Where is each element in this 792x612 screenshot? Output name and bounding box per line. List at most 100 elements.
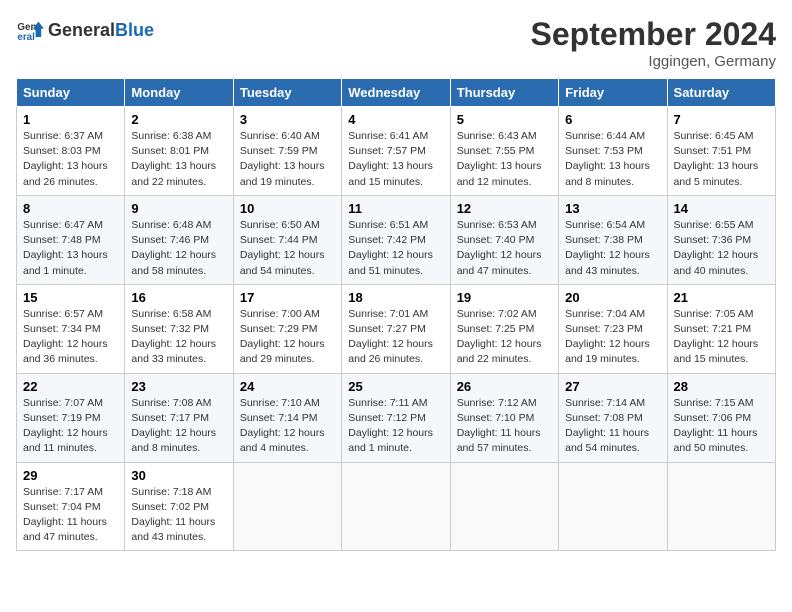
day-info: Sunrise: 7:05 AM Sunset: 7:21 PM Dayligh… xyxy=(674,307,769,368)
table-row: 24Sunrise: 7:10 AM Sunset: 7:14 PM Dayli… xyxy=(233,373,341,462)
day-number: 4 xyxy=(348,112,443,127)
day-info: Sunrise: 6:47 AM Sunset: 7:48 PM Dayligh… xyxy=(23,218,118,279)
table-row: 22Sunrise: 7:07 AM Sunset: 7:19 PM Dayli… xyxy=(17,373,125,462)
day-info: Sunrise: 6:50 AM Sunset: 7:44 PM Dayligh… xyxy=(240,218,335,279)
day-number: 11 xyxy=(348,201,443,216)
table-row: 12 Sunrise: 6:53 AM Sunset: 7:40 PM Dayli… xyxy=(450,195,558,284)
table-row: 28 Sunrise: 7:15 AM Sunset: 7:06 PM Dayli… xyxy=(667,373,775,462)
day-info: Sunrise: 7:07 AM Sunset: 7:19 PM Dayligh… xyxy=(23,396,118,457)
day-info: Sunrise: 6:53 AM Sunset: 7:40 PM Dayligh… xyxy=(457,218,552,279)
col-friday: Friday xyxy=(559,79,667,107)
day-number: 2 xyxy=(131,112,226,127)
day-number: 15 xyxy=(23,290,118,305)
table-row: 25Sunrise: 7:11 AM Sunset: 7:12 PM Dayli… xyxy=(342,373,450,462)
calendar-week-row: 15 Sunrise: 6:57 AM Sunset: 7:34 PM Dayli… xyxy=(17,284,776,373)
table-row: 29 Sunrise: 7:17 AM Sunset: 7:04 PM Dayli… xyxy=(17,462,125,551)
day-number: 1 xyxy=(23,112,118,127)
table-row: 1 Sunrise: 6:37 AM Sunset: 8:03 PM Daylig… xyxy=(17,107,125,196)
day-number: 25 xyxy=(348,379,443,394)
day-number: 29 xyxy=(23,468,118,483)
day-number: 5 xyxy=(457,112,552,127)
day-info: Sunrise: 6:45 AM Sunset: 7:51 PM Dayligh… xyxy=(674,129,769,190)
day-number: 23 xyxy=(131,379,226,394)
col-thursday: Thursday xyxy=(450,79,558,107)
day-info: Sunrise: 7:15 AM Sunset: 7:06 PM Dayligh… xyxy=(674,396,769,457)
table-row: 21 Sunrise: 7:05 AM Sunset: 7:21 PM Dayli… xyxy=(667,284,775,373)
day-info: Sunrise: 7:04 AM Sunset: 7:23 PM Dayligh… xyxy=(565,307,660,368)
day-info: Sunrise: 6:43 AM Sunset: 7:55 PM Dayligh… xyxy=(457,129,552,190)
day-info: Sunrise: 6:37 AM Sunset: 8:03 PM Dayligh… xyxy=(23,129,118,190)
day-info: Sunrise: 7:00 AM Sunset: 7:29 PM Dayligh… xyxy=(240,307,335,368)
day-info: Sunrise: 6:48 AM Sunset: 7:46 PM Dayligh… xyxy=(131,218,226,279)
day-info: Sunrise: 6:57 AM Sunset: 7:34 PM Dayligh… xyxy=(23,307,118,368)
day-number: 26 xyxy=(457,379,552,394)
table-row xyxy=(233,462,341,551)
logo-icon: Gen eral xyxy=(16,16,44,44)
day-info: Sunrise: 6:54 AM Sunset: 7:38 PM Dayligh… xyxy=(565,218,660,279)
day-info: Sunrise: 7:17 AM Sunset: 7:04 PM Dayligh… xyxy=(23,485,118,546)
col-wednesday: Wednesday xyxy=(342,79,450,107)
day-number: 8 xyxy=(23,201,118,216)
calendar-week-row: 1 Sunrise: 6:37 AM Sunset: 8:03 PM Daylig… xyxy=(17,107,776,196)
table-row xyxy=(450,462,558,551)
day-number: 30 xyxy=(131,468,226,483)
table-row: 19Sunrise: 7:02 AM Sunset: 7:25 PM Dayli… xyxy=(450,284,558,373)
table-row: 17Sunrise: 7:00 AM Sunset: 7:29 PM Dayli… xyxy=(233,284,341,373)
col-sunday: Sunday xyxy=(17,79,125,107)
title-area: September 2024 Iggingen, Germany xyxy=(531,16,776,70)
page-header: Gen eral GeneralBlue September 2024 Iggi… xyxy=(16,16,776,70)
table-row: 30 Sunrise: 7:18 AM Sunset: 7:02 PM Dayli… xyxy=(125,462,233,551)
logo-text: GeneralBlue xyxy=(48,20,154,41)
day-info: Sunrise: 6:51 AM Sunset: 7:42 PM Dayligh… xyxy=(348,218,443,279)
table-row: 3Sunrise: 6:40 AM Sunset: 7:59 PM Daylig… xyxy=(233,107,341,196)
col-saturday: Saturday xyxy=(667,79,775,107)
svg-text:eral: eral xyxy=(17,32,35,43)
day-number: 7 xyxy=(674,112,769,127)
day-number: 18 xyxy=(348,290,443,305)
day-info: Sunrise: 7:10 AM Sunset: 7:14 PM Dayligh… xyxy=(240,396,335,457)
table-row: 8 Sunrise: 6:47 AM Sunset: 7:48 PM Daylig… xyxy=(17,195,125,284)
day-info: Sunrise: 6:58 AM Sunset: 7:32 PM Dayligh… xyxy=(131,307,226,368)
day-number: 12 xyxy=(457,201,552,216)
calendar-header-row: Sunday Monday Tuesday Wednesday Thursday… xyxy=(17,79,776,107)
table-row: 20 Sunrise: 7:04 AM Sunset: 7:23 PM Dayli… xyxy=(559,284,667,373)
col-tuesday: Tuesday xyxy=(233,79,341,107)
day-info: Sunrise: 7:14 AM Sunset: 7:08 PM Dayligh… xyxy=(565,396,660,457)
day-number: 19 xyxy=(457,290,552,305)
table-row xyxy=(559,462,667,551)
day-number: 9 xyxy=(131,201,226,216)
day-number: 10 xyxy=(240,201,335,216)
day-info: Sunrise: 6:41 AM Sunset: 7:57 PM Dayligh… xyxy=(348,129,443,190)
logo-general: General xyxy=(48,20,115,40)
day-number: 14 xyxy=(674,201,769,216)
day-info: Sunrise: 7:01 AM Sunset: 7:27 PM Dayligh… xyxy=(348,307,443,368)
table-row xyxy=(342,462,450,551)
location-title: Iggingen, Germany xyxy=(531,53,776,70)
col-monday: Monday xyxy=(125,79,233,107)
table-row: 18 Sunrise: 7:01 AM Sunset: 7:27 PM Dayli… xyxy=(342,284,450,373)
table-row: 26Sunrise: 7:12 AM Sunset: 7:10 PM Dayli… xyxy=(450,373,558,462)
table-row: 7 Sunrise: 6:45 AM Sunset: 7:51 PM Daylig… xyxy=(667,107,775,196)
calendar-week-row: 29 Sunrise: 7:17 AM Sunset: 7:04 PM Dayli… xyxy=(17,462,776,551)
table-row: 15 Sunrise: 6:57 AM Sunset: 7:34 PM Dayli… xyxy=(17,284,125,373)
month-title: September 2024 xyxy=(531,16,776,53)
table-row: 6 Sunrise: 6:44 AM Sunset: 7:53 PM Daylig… xyxy=(559,107,667,196)
day-number: 27 xyxy=(565,379,660,394)
table-row: 16Sunrise: 6:58 AM Sunset: 7:32 PM Dayli… xyxy=(125,284,233,373)
day-number: 28 xyxy=(674,379,769,394)
table-row: 4 Sunrise: 6:41 AM Sunset: 7:57 PM Daylig… xyxy=(342,107,450,196)
day-number: 6 xyxy=(565,112,660,127)
day-info: Sunrise: 7:08 AM Sunset: 7:17 PM Dayligh… xyxy=(131,396,226,457)
day-number: 13 xyxy=(565,201,660,216)
logo-blue: Blue xyxy=(115,20,154,40)
logo: Gen eral GeneralBlue xyxy=(16,16,154,44)
table-row: 23 Sunrise: 7:08 AM Sunset: 7:17 PM Dayli… xyxy=(125,373,233,462)
day-info: Sunrise: 6:55 AM Sunset: 7:36 PM Dayligh… xyxy=(674,218,769,279)
day-info: Sunrise: 6:44 AM Sunset: 7:53 PM Dayligh… xyxy=(565,129,660,190)
table-row: 11 Sunrise: 6:51 AM Sunset: 7:42 PM Dayli… xyxy=(342,195,450,284)
table-row: 27 Sunrise: 7:14 AM Sunset: 7:08 PM Dayli… xyxy=(559,373,667,462)
day-number: 20 xyxy=(565,290,660,305)
table-row: 14 Sunrise: 6:55 AM Sunset: 7:36 PM Dayli… xyxy=(667,195,775,284)
day-number: 21 xyxy=(674,290,769,305)
day-info: Sunrise: 7:18 AM Sunset: 7:02 PM Dayligh… xyxy=(131,485,226,546)
